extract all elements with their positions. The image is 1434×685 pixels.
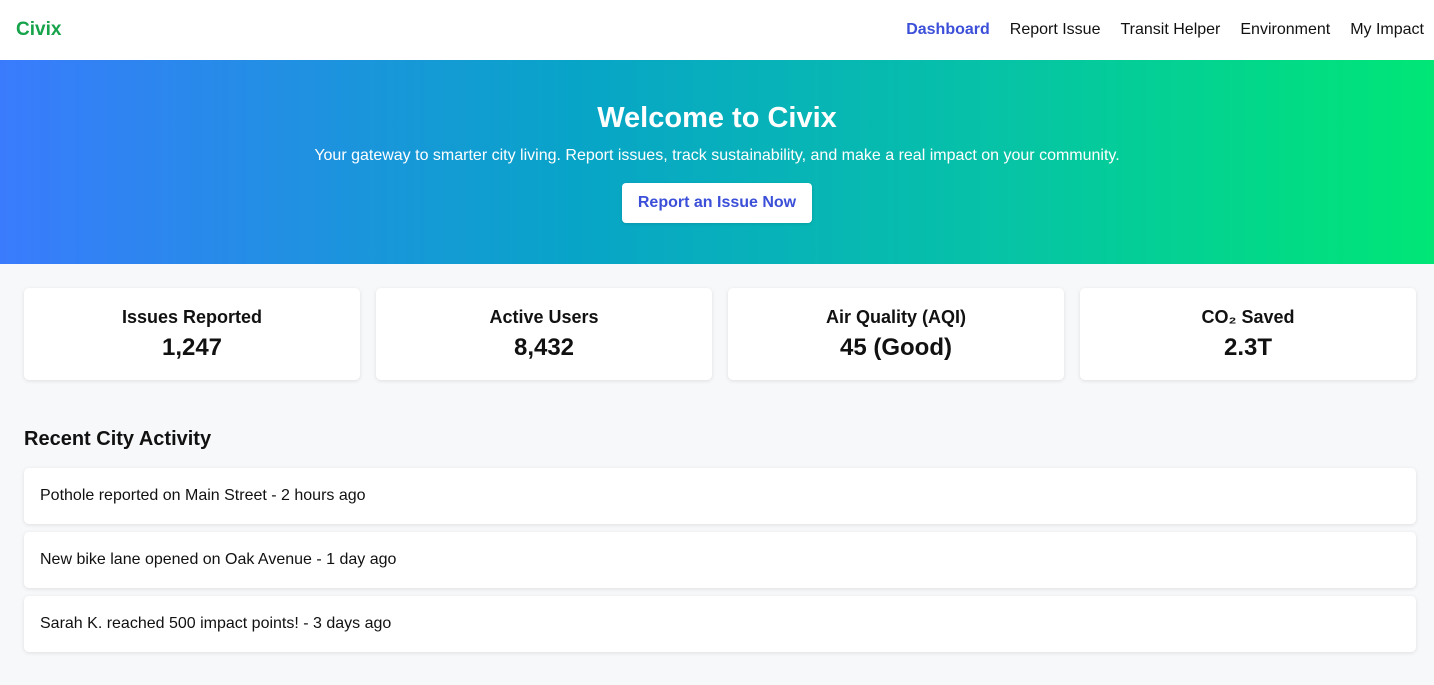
stat-label: Issues Reported <box>121 306 263 327</box>
nav-link-my-impact[interactable]: My Impact <box>1350 21 1424 39</box>
navbar: Civix Dashboard Report Issue Transit Hel… <box>0 0 1434 60</box>
hero-subtitle: Your gateway to smarter city living. Rep… <box>314 147 1120 164</box>
hero-title: Welcome to Civix <box>597 102 837 134</box>
stat-card-active-users: Active Users 8,432 <box>376 288 712 380</box>
stat-label: Active Users <box>489 306 599 327</box>
stat-value: 8,432 <box>513 333 575 361</box>
brand-logo[interactable]: Civix <box>16 19 61 41</box>
activity-title: Recent City Activity <box>24 428 212 450</box>
nav-link-environment[interactable]: Environment <box>1240 21 1330 39</box>
report-issue-button[interactable]: Report an Issue Now <box>621 183 813 223</box>
nav-link-transit-helper[interactable]: Transit Helper <box>1120 21 1220 39</box>
recent-activity: Recent City Activity Pothole reported on… <box>0 380 1434 652</box>
stat-card-co2-saved: CO₂ Saved 2.3T <box>1080 288 1416 380</box>
stat-value: 45 (Good) <box>840 333 952 361</box>
stat-value: 2.3T <box>1223 333 1273 361</box>
list-item: Sarah K. reached 500 impact points! - 3 … <box>24 596 1416 652</box>
list-item: Pothole reported on Main Street - 2 hour… <box>24 468 1416 524</box>
nav-links: Dashboard Report Issue Transit Helper En… <box>906 21 1424 39</box>
stat-card-issues-reported: Issues Reported 1,247 <box>24 288 360 380</box>
nav-link-report-issue[interactable]: Report Issue <box>1010 21 1101 39</box>
stat-label: Air Quality (AQI) <box>825 306 966 327</box>
stat-value: 1,247 <box>161 333 223 361</box>
hero-banner: Welcome to Civix Your gateway to smarter… <box>0 60 1434 264</box>
stats-row: Issues Reported 1,247 Active Users 8,432… <box>0 264 1434 380</box>
list-item: New bike lane opened on Oak Avenue - 1 d… <box>24 532 1416 588</box>
stat-label: CO₂ Saved <box>1201 306 1295 327</box>
stat-card-air-quality: Air Quality (AQI) 45 (Good) <box>728 288 1064 380</box>
nav-link-dashboard[interactable]: Dashboard <box>906 21 990 39</box>
